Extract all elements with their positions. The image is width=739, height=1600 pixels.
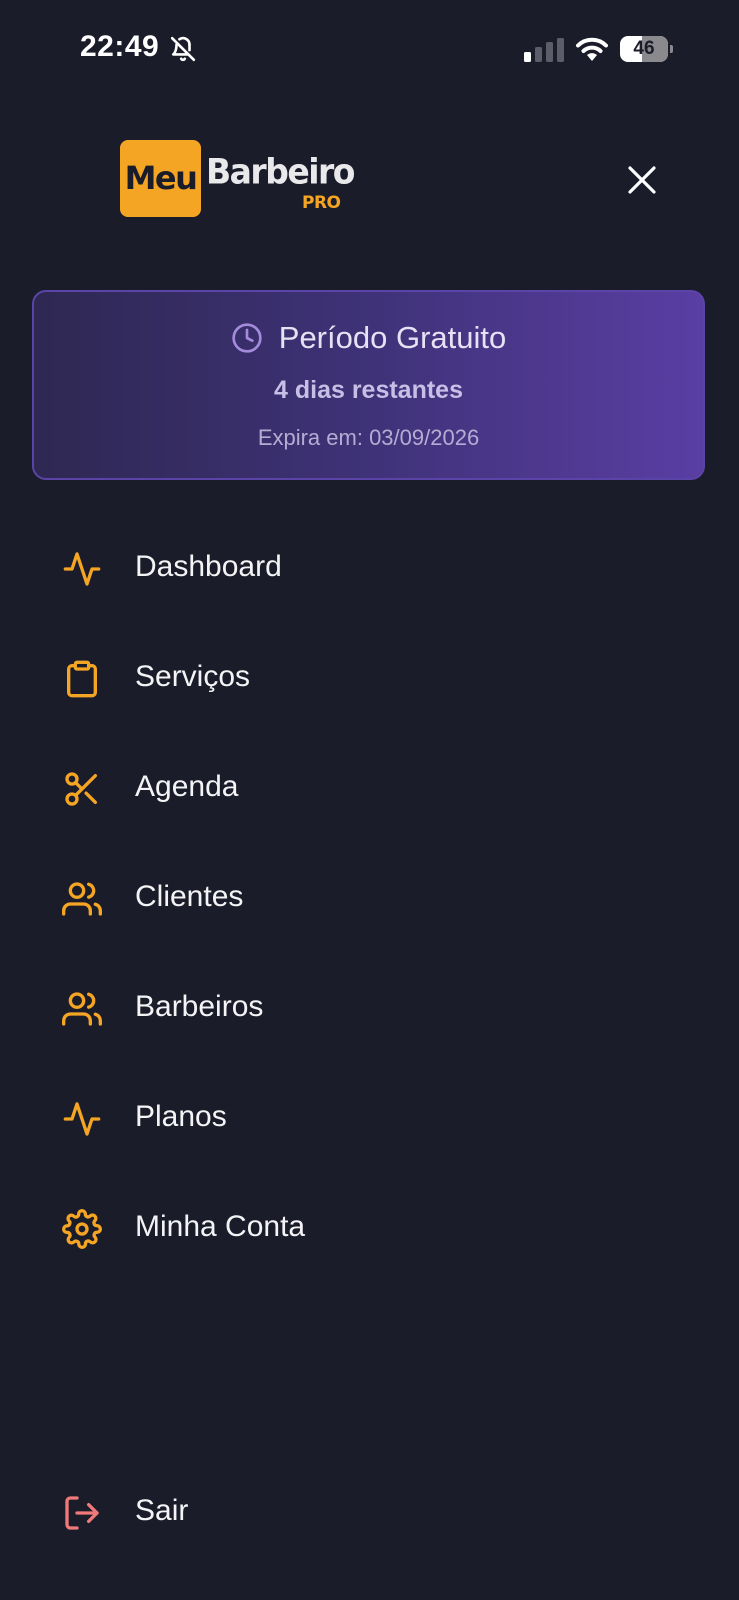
battery-icon: 46 bbox=[620, 36, 673, 62]
battery-level: 46 bbox=[633, 38, 655, 59]
logo-primary: Meu bbox=[120, 140, 201, 217]
menu-item-label: Clientes bbox=[135, 880, 244, 913]
menu-item-label: Minha Conta bbox=[135, 1210, 306, 1243]
menu-item-label: Agenda bbox=[135, 770, 239, 803]
menu-item-barbeiros[interactable]: Barbeiros bbox=[0, 954, 739, 1064]
status-time: 22:49 bbox=[80, 30, 160, 63]
users-icon bbox=[62, 882, 102, 916]
activity-icon bbox=[63, 552, 101, 586]
scissors-icon bbox=[65, 772, 98, 806]
logout-icon bbox=[65, 1496, 99, 1530]
menu-item-minha-conta[interactable]: Minha Conta bbox=[0, 1174, 739, 1284]
trial-title: Período Gratuito bbox=[278, 320, 507, 355]
menu-item-dashboard[interactable]: Dashboard bbox=[0, 514, 739, 624]
clock-icon bbox=[232, 323, 262, 353]
gear-icon bbox=[62, 1209, 102, 1249]
close-icon[interactable] bbox=[622, 160, 662, 200]
menu-item-servicos[interactable]: Serviços bbox=[0, 624, 739, 734]
status-bar: 22:49 46 bbox=[0, 0, 739, 100]
logout-label: Sair bbox=[135, 1494, 189, 1527]
trial-expiry-date: Expira em: 03/09/2026 bbox=[257, 425, 480, 450]
logout-button[interactable]: Sair bbox=[0, 1458, 739, 1568]
logo-badge: PRO bbox=[302, 193, 341, 213]
wifi-icon bbox=[576, 37, 608, 61]
bell-slash-icon bbox=[170, 36, 196, 62]
menu-item-label: Serviços bbox=[135, 660, 251, 693]
cellular-signal-icon bbox=[524, 38, 564, 62]
logo-secondary: Barbeiro bbox=[206, 151, 355, 192]
menu-item-label: Planos bbox=[135, 1100, 227, 1133]
trial-days-remaining: 4 dias restantes bbox=[274, 376, 463, 404]
menu-item-clientes[interactable]: Clientes bbox=[0, 844, 739, 954]
clipboard-icon bbox=[67, 660, 98, 698]
menu-item-label: Barbeiros bbox=[135, 990, 264, 1023]
menu-item-planos[interactable]: Planos bbox=[0, 1064, 739, 1174]
users-icon bbox=[62, 992, 102, 1026]
menu-item-label: Dashboard bbox=[135, 550, 282, 583]
trial-status-card: Período Gratuito 4 dias restantes Expira… bbox=[32, 290, 705, 480]
menu-item-agenda[interactable]: Agenda bbox=[0, 734, 739, 844]
activity-icon bbox=[63, 1102, 101, 1136]
app-logo: Meu Barbeiro PRO bbox=[120, 140, 355, 220]
